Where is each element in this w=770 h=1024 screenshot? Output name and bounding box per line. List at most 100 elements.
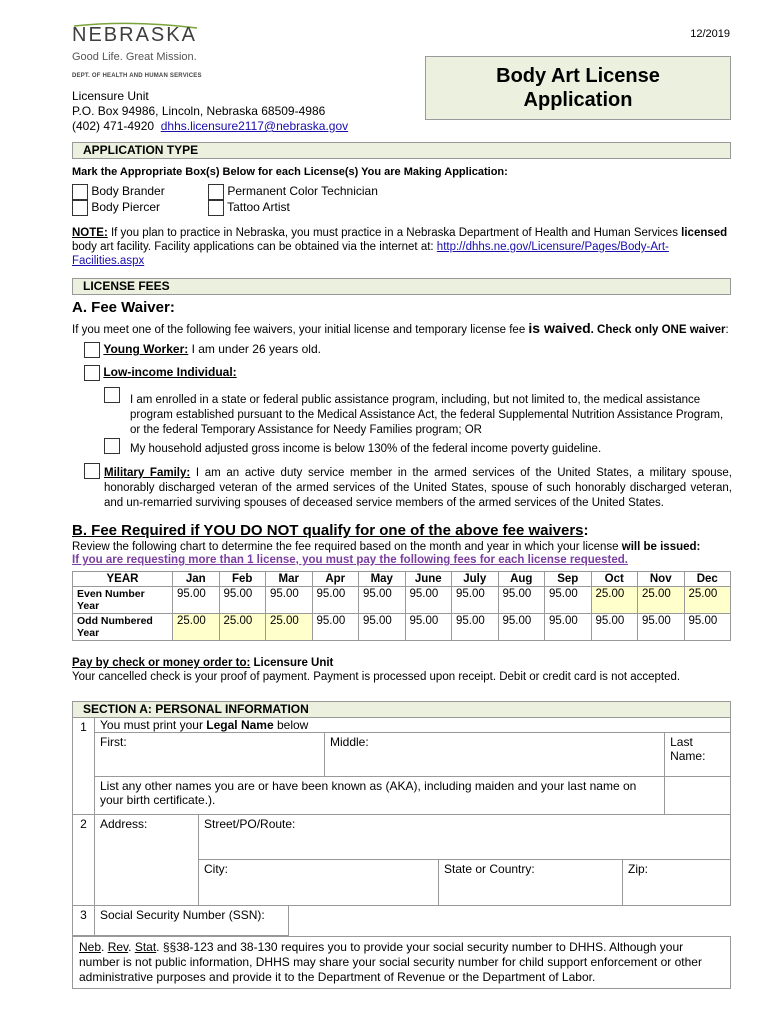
phone: (402) 471-4920 <box>72 119 155 133</box>
waiver-young-worker[interactable]: Young Worker: I am under 26 years old. <box>84 342 321 358</box>
address-label: Address: <box>94 814 199 906</box>
fee-cell: 95.00 <box>404 613 452 641</box>
fee-cell: 95.00 <box>358 586 406 614</box>
fee-warning: If you are requesting more than 1 licens… <box>72 554 628 566</box>
waiver-low-income[interactable]: Low-income Individual: <box>84 365 237 381</box>
fee-cell: 95.00 <box>497 613 545 641</box>
fee-cell: 95.00 <box>637 613 685 641</box>
header-year: YEAR <box>72 571 173 587</box>
row-number: 2 <box>72 814 95 906</box>
fee-cell: 95.00 <box>218 586 266 614</box>
checkbox[interactable] <box>72 184 88 200</box>
city-field[interactable]: City: <box>198 859 439 906</box>
header-month: Nov <box>637 571 685 587</box>
header-month: Sep <box>544 571 592 587</box>
fee-cell: 25.00 <box>637 586 685 614</box>
fee-cell: 25.00 <box>265 613 313 641</box>
licensure-unit: Licensure Unit <box>72 89 149 103</box>
checkbox[interactable] <box>72 200 88 216</box>
fee-cell: 95.00 <box>265 586 313 614</box>
waiver-intro: If you meet one of the following fee wai… <box>72 320 729 336</box>
application-instruction: Mark the Appropriate Box(s) Below for ea… <box>72 166 508 178</box>
fee-cell: 95.00 <box>544 586 592 614</box>
header-month: July <box>451 571 499 587</box>
street-field[interactable]: Street/PO/Route: <box>198 814 731 860</box>
aka-field[interactable] <box>664 776 731 815</box>
table-row: Even Number Year 95.00 95.00 95.00 95.00… <box>72 586 731 614</box>
fee-cell: 95.00 <box>497 586 545 614</box>
address-table: 2 Address: Street/PO/Route: City: State … <box>72 814 731 906</box>
fee-cell: 95.00 <box>311 586 359 614</box>
header-month: Apr <box>311 571 359 587</box>
facility-link[interactable]: http://dhhs.ne.gov/Licensure/Pages/Body-… <box>437 241 669 253</box>
po-box: P.O. Box 94986, Lincoln, Nebraska 68509-… <box>72 104 326 118</box>
waiver-military: Military Family: I am an active duty ser… <box>104 467 732 509</box>
header-month: June <box>404 571 452 587</box>
checkbox[interactable] <box>208 200 224 216</box>
lowincome-opt1-checkbox[interactable] <box>104 387 120 403</box>
option-body-brander[interactable]: Body Brander <box>72 184 165 200</box>
ssn-table: 3 Social Security Number (SSN): <box>72 905 289 936</box>
title-line-2: Application <box>523 89 633 111</box>
military-checkbox[interactable] <box>84 463 100 479</box>
aka-label: List any other names you are or have bee… <box>93 776 666 815</box>
fee-waiver-heading: A. Fee Waiver: <box>72 299 175 316</box>
fee-cell: 95.00 <box>590 613 638 641</box>
fee-table: YEAR Jan Feb Mar Apr May June July Aug S… <box>72 571 731 641</box>
email-link[interactable]: dhhs.licensure2117@nebraska.gov <box>161 119 348 133</box>
pay-to: Pay by check or money order to: Licensur… <box>72 657 334 669</box>
first-name-field[interactable]: First: <box>94 732 325 777</box>
fee-cell: 25.00 <box>683 586 731 614</box>
license-fees-heading: LICENSE FEES <box>72 278 731 295</box>
header-month: Jan <box>172 571 220 587</box>
pay-note: Your cancelled check is your proof of pa… <box>72 671 681 683</box>
facility-note: NOTE: If you plan to practice in Nebrask… <box>72 227 728 267</box>
zip-field[interactable]: Zip: <box>622 859 731 906</box>
checkbox[interactable] <box>208 184 224 200</box>
fee-intro: Review the following chart to determine … <box>72 541 701 553</box>
logo-dept: DEPT. OF HEALTH AND HUMAN SERVICES <box>72 73 202 79</box>
fee-cell: 25.00 <box>218 613 266 641</box>
fee-required-heading: B. Fee Required if YOU DO NOT qualify fo… <box>72 522 589 539</box>
option-body-piercer[interactable]: Body Piercer <box>72 200 160 216</box>
state-field[interactable]: State or Country: <box>438 859 623 906</box>
checkbox[interactable] <box>84 365 100 381</box>
title-line-1: Body Art License <box>496 65 660 87</box>
section-a-heading: SECTION A: PERSONAL INFORMATION <box>72 701 731 718</box>
lowincome-opt1: I am enrolled in a state or federal publ… <box>130 394 724 436</box>
lowincome-opt2-checkbox[interactable] <box>104 438 120 454</box>
row-number: 3 <box>72 905 95 936</box>
header-month: Dec <box>683 571 731 587</box>
header-month: Aug <box>497 571 545 587</box>
personal-info-table: 1 You must print your Legal Name below F… <box>72 717 731 815</box>
checkbox[interactable] <box>84 342 100 358</box>
row-label: Odd Numbered Year <box>72 613 173 641</box>
header-month: Feb <box>218 571 266 587</box>
row-number: 1 <box>72 717 95 815</box>
fee-cell: 95.00 <box>358 613 406 641</box>
fee-cell: 95.00 <box>311 613 359 641</box>
option-tattoo-artist[interactable]: Tattoo Artist <box>208 200 290 216</box>
ssn-field[interactable]: Social Security Number (SSN): <box>94 905 289 936</box>
lowincome-opt2: My household adjusted gross income is be… <box>130 443 602 455</box>
legal-name-label: You must print your Legal Name below <box>94 717 731 733</box>
header-month: Mar <box>265 571 313 587</box>
logo-tagline: Good Life. Great Mission. <box>72 51 197 63</box>
form-title: Body Art License Application <box>425 56 731 120</box>
fee-cell: 95.00 <box>683 613 731 641</box>
facility-link-cont[interactable]: Facilities.aspx <box>72 255 144 267</box>
fee-cell: 95.00 <box>404 586 452 614</box>
form-date: 12/2019 <box>690 28 730 40</box>
ssn-note: Neb. Rev. Stat. §§38-123 and 38-130 requ… <box>72 936 731 989</box>
header-month: Oct <box>590 571 638 587</box>
fee-cell: 95.00 <box>544 613 592 641</box>
application-type-heading: APPLICATION TYPE <box>72 142 731 159</box>
option-permanent-color[interactable]: Permanent Color Technician <box>208 184 378 200</box>
fee-table-header: YEAR Jan Feb Mar Apr May June July Aug S… <box>72 571 731 587</box>
fee-cell: 95.00 <box>451 586 499 614</box>
table-row: Odd Numbered Year 25.00 25.00 25.00 95.0… <box>72 613 731 641</box>
middle-name-field[interactable]: Middle: <box>323 732 666 777</box>
fee-cell: 95.00 <box>451 613 499 641</box>
last-name-field[interactable]: Last Name: <box>664 732 731 777</box>
fee-cell: 95.00 <box>172 586 220 614</box>
